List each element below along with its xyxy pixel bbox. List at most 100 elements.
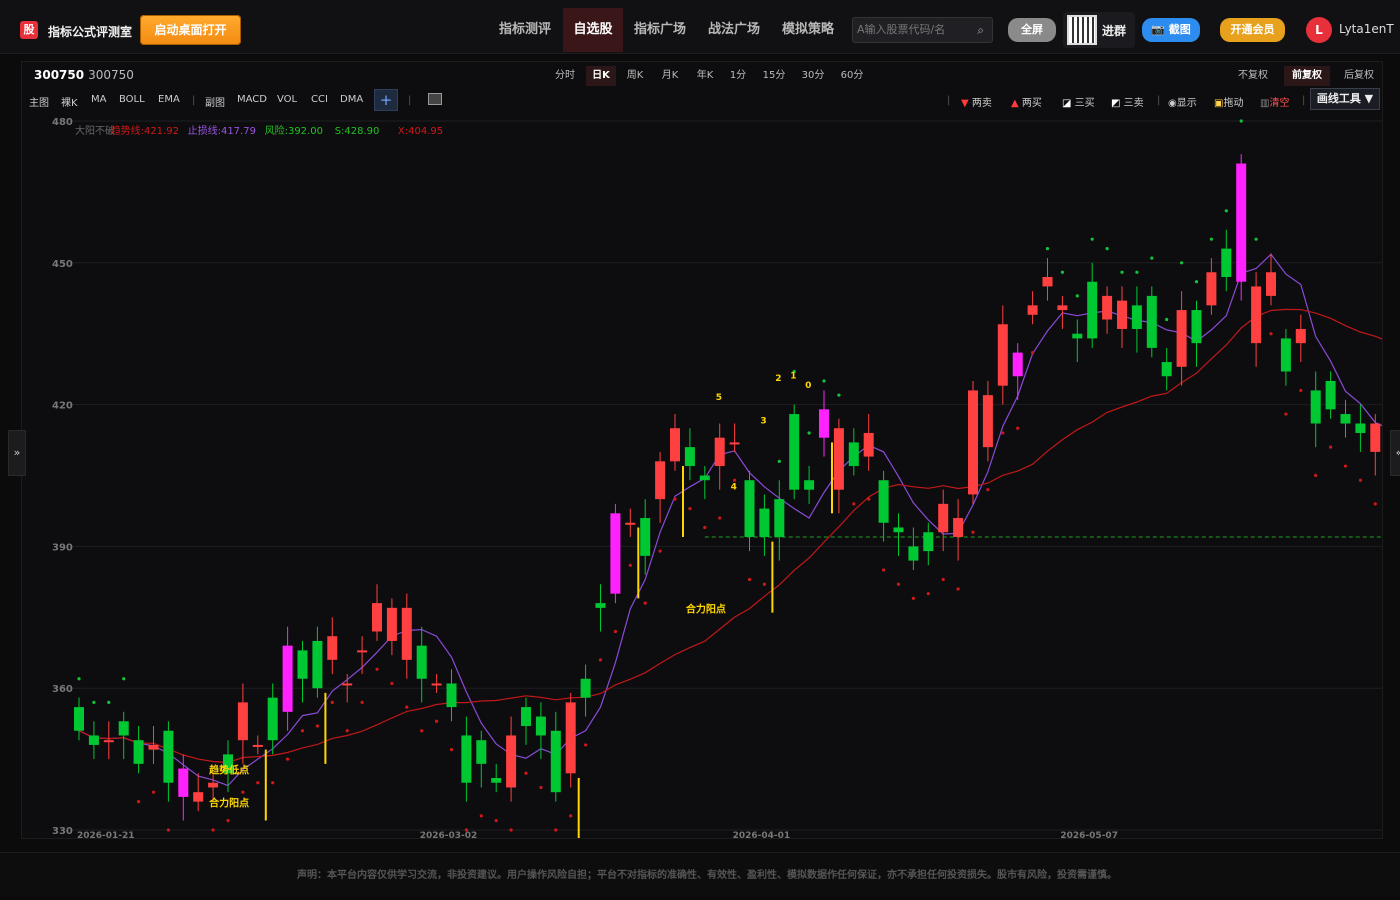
line-icon: ◪ bbox=[1062, 98, 1072, 109]
sar-dot bbox=[271, 781, 275, 785]
search-input[interactable]: A输入股票代码/名 ⌕ bbox=[852, 17, 993, 43]
candlestick-chart[interactable]: 480450420390360330 2026-01-21 2026-03-02 20… bbox=[22, 113, 1382, 838]
candle-body bbox=[923, 532, 934, 552]
period-yearly[interactable]: 年K bbox=[690, 66, 720, 86]
signal-label: 3 bbox=[760, 417, 766, 427]
candle-body bbox=[1221, 248, 1232, 277]
candle-body bbox=[506, 735, 517, 788]
indicator-value: S:428.90 bbox=[335, 126, 380, 137]
candle-body bbox=[550, 730, 561, 793]
nav-strategy-square[interactable]: 战法广场 bbox=[701, 8, 767, 52]
sar-dot bbox=[390, 681, 394, 686]
tool-show[interactable]: ◉显示 bbox=[1168, 94, 1197, 109]
sar-dot bbox=[1314, 473, 1318, 478]
period-60min[interactable]: 60分 bbox=[836, 66, 868, 86]
tool-two-buy[interactable]: ▲ 两买 bbox=[1011, 94, 1042, 109]
nav-watchlist[interactable]: 自选股 bbox=[563, 8, 623, 52]
adjust-none[interactable]: 不复权 bbox=[1232, 66, 1274, 86]
sar-dot bbox=[1239, 119, 1243, 123]
sar-dot bbox=[211, 828, 215, 832]
candle-body bbox=[759, 508, 770, 537]
separator: | bbox=[947, 95, 951, 106]
sar-dot bbox=[509, 828, 513, 832]
adjust-backward[interactable]: 后复权 bbox=[1338, 66, 1380, 86]
tool-clear-label: 清空 bbox=[1269, 98, 1290, 109]
ind-vol[interactable]: VOL bbox=[277, 94, 297, 105]
sar-dot bbox=[1299, 388, 1303, 393]
candle-body bbox=[163, 730, 174, 783]
sar-dot bbox=[822, 379, 826, 383]
sar-dot bbox=[867, 497, 871, 501]
add-indicator-button[interactable]: + bbox=[374, 89, 398, 111]
y-tick-label: 390 bbox=[52, 542, 73, 553]
join-group-button[interactable]: 进群 bbox=[1063, 12, 1135, 48]
fullscreen-button[interactable]: 全屏 bbox=[1008, 18, 1056, 42]
tool-drag[interactable]: ▣拖动 bbox=[1214, 94, 1243, 109]
candle-body bbox=[580, 678, 591, 698]
ind-cci[interactable]: CCI bbox=[311, 94, 328, 105]
sar-dot bbox=[1090, 237, 1094, 241]
adjust-forward[interactable]: 前复权 bbox=[1284, 66, 1330, 86]
nav-indicator-review[interactable]: 指标测评 bbox=[492, 8, 558, 52]
username[interactable]: Lyta1enT bbox=[1339, 22, 1394, 36]
candle-body bbox=[953, 518, 964, 537]
indicator-value: 止损线:417.79 bbox=[188, 124, 256, 137]
open-desktop-button[interactable]: 启动桌面打开 bbox=[140, 15, 241, 45]
draw-tools-dropdown[interactable]: 画线工具 ▼ bbox=[1310, 88, 1380, 110]
ind-sub[interactable]: 副图 bbox=[205, 94, 225, 109]
period-daily[interactable]: 日K bbox=[586, 66, 616, 86]
ind-main[interactable]: 主图 bbox=[29, 94, 49, 109]
ind-dma[interactable]: DMA bbox=[340, 94, 363, 105]
signal-label: 4 bbox=[731, 483, 737, 493]
candle-body bbox=[1325, 380, 1336, 410]
indicator-value: 趋势线:421.92 bbox=[111, 124, 179, 137]
candle-body bbox=[103, 740, 114, 743]
down-triangle-icon: ▼ bbox=[961, 98, 969, 109]
sar-dot bbox=[360, 700, 364, 704]
ind-macd[interactable]: MACD bbox=[237, 94, 267, 105]
vip-button[interactable]: 开通会员 bbox=[1220, 18, 1285, 42]
signal-label: 2 bbox=[775, 374, 781, 384]
ind-naked-k[interactable]: 裸K bbox=[61, 94, 78, 109]
sar-dot bbox=[986, 488, 990, 492]
candle-body bbox=[327, 636, 338, 660]
up-triangle-icon: ▲ bbox=[1011, 98, 1019, 109]
search-icon[interactable]: ⌕ bbox=[977, 18, 984, 42]
candle-body bbox=[1057, 305, 1068, 311]
candle-body bbox=[431, 683, 442, 686]
save-icon[interactable] bbox=[428, 93, 442, 105]
period-15min[interactable]: 15分 bbox=[758, 66, 790, 86]
candle-body bbox=[878, 480, 889, 523]
tool-clear[interactable]: ▥清空 bbox=[1260, 94, 1289, 109]
sar-dot bbox=[733, 478, 737, 482]
period-30min[interactable]: 30分 bbox=[797, 66, 829, 86]
tool-three-sell[interactable]: ◩ 三卖 bbox=[1111, 94, 1144, 109]
ind-ema[interactable]: EMA bbox=[158, 94, 180, 105]
candle-body bbox=[476, 740, 487, 764]
eye-icon: ◉ bbox=[1168, 98, 1177, 109]
collapse-left-button[interactable]: » bbox=[8, 430, 26, 476]
period-tick[interactable]: 分时 bbox=[550, 66, 580, 86]
tool-three-buy[interactable]: ◪ 三买 bbox=[1062, 94, 1095, 109]
sar-dot bbox=[1075, 294, 1079, 298]
candle-body bbox=[670, 428, 680, 462]
candle-body bbox=[446, 683, 457, 708]
ind-ma[interactable]: MA bbox=[91, 94, 106, 105]
tool-two-sell[interactable]: ▼ 两卖 bbox=[961, 94, 992, 109]
avatar[interactable]: L bbox=[1306, 17, 1332, 43]
period-1min[interactable]: 1分 bbox=[725, 66, 751, 86]
nav-simulation[interactable]: 模拟策略 bbox=[774, 8, 842, 52]
ind-boll[interactable]: BOLL bbox=[119, 94, 145, 105]
candle-body bbox=[342, 683, 353, 686]
candle-body bbox=[1266, 272, 1276, 296]
sar-dot bbox=[747, 577, 752, 582]
candle-body bbox=[610, 513, 621, 594]
period-weekly[interactable]: 周K bbox=[620, 66, 650, 86]
sar-dot bbox=[330, 700, 334, 704]
screenshot-button[interactable]: 📷 截图 bbox=[1142, 18, 1200, 42]
sar-dot bbox=[613, 629, 618, 634]
period-monthly[interactable]: 月K bbox=[655, 66, 685, 86]
candle-body bbox=[1370, 423, 1381, 452]
collapse-right-button[interactable]: « bbox=[1390, 430, 1400, 476]
nav-indicator-square[interactable]: 指标广场 bbox=[627, 8, 693, 52]
